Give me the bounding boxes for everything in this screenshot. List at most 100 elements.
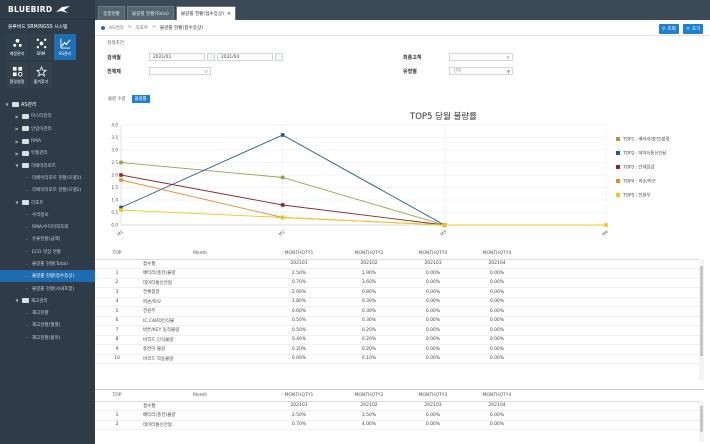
tree-item[interactable]: – 재고현황 — [0, 307, 95, 319]
table-row[interactable]: 5 전원부 0.60% 0.30% 0.00% 0.00% — [95, 306, 699, 317]
tab-defect-rate[interactable]: 불량률 — [131, 95, 150, 103]
chevron-right-icon[interactable]: ▶ — [14, 114, 20, 119]
calendar-icon[interactable] — [275, 53, 283, 61]
search-button[interactable]: ⚲ 조회 — [659, 24, 679, 34]
chevron-down-icon[interactable]: ▼ — [14, 163, 20, 168]
tree-item[interactable]: ▼ 리페어리포트 — [0, 159, 95, 171]
type-select[interactable]: 선택 ▼ — [449, 67, 513, 75]
table-row[interactable]: 8 바코드 인식불량 0.40% 0.20% 0.00% 0.00% — [95, 335, 699, 345]
column-header[interactable]: Month — [139, 248, 261, 260]
table-row[interactable]: 9 충전이 불량 0.20% 0.20% 0.00% 0.00% — [95, 344, 699, 355]
tree-item[interactable]: ▼ 리포트 — [0, 196, 95, 208]
table-cell: 9 — [95, 344, 139, 355]
tab-defect-qty[interactable]: 불량 수량 — [105, 95, 129, 103]
chevron-down-icon[interactable]: ▼ — [4, 102, 10, 107]
table-cell-spacer — [529, 306, 699, 317]
calendar-icon[interactable] — [207, 53, 215, 61]
scrollbar-thumb[interactable] — [700, 266, 703, 356]
column-header[interactable]: MONTHQTY3 — [401, 390, 465, 402]
breadcrumb-item[interactable]: AS관리 — [109, 25, 124, 31]
network-icon — [36, 38, 46, 49]
column-header[interactable]: TOP — [95, 390, 139, 402]
chevron-right-icon[interactable]: ▶ — [14, 139, 20, 144]
close-icon[interactable]: × — [227, 11, 231, 17]
customer-field[interactable]: ⌕ — [449, 53, 513, 61]
tree-item[interactable]: – 유류현황(금액) — [0, 233, 95, 245]
table-row[interactable]: 10 바코드 작동불량 0.00% 0.10% 0.00% 0.00% — [95, 354, 699, 364]
column-header[interactable]: MONTHQTY2 — [337, 390, 401, 402]
tree-item[interactable]: – 불량률 현황(사내포함) — [0, 282, 95, 294]
scrollbar[interactable] — [699, 260, 704, 380]
table-cell: 버튼/KEY 동작불량 — [139, 325, 261, 336]
column-header-spacer — [529, 248, 699, 260]
table-cell-spacer — [529, 420, 699, 430]
chevron-down-icon[interactable]: ▼ — [14, 200, 20, 205]
table-row[interactable]: 6 IC CARD인식불 0.50% 0.30% 0.00% 0.00% — [95, 316, 699, 326]
search-panel: 검색조건 검색월 2021/01 2021/04 전체제 ⌕ 최종고객 ⌕ 유형… — [101, 36, 704, 96]
quick-button-settings[interactable]: 환경설정 — [6, 62, 28, 88]
users-icon — [12, 38, 22, 47]
tab-2[interactable]: 불량률 현황(Total) — [126, 6, 174, 20]
tree-item[interactable]: – 수리정보 — [0, 209, 95, 221]
tree-item[interactable]: ▶ 마스터관리 — [0, 110, 95, 122]
tree-item[interactable]: – RMA/수리이력조회 — [0, 221, 95, 233]
tree-item[interactable]: – 불량률 현황(Total) — [0, 258, 95, 270]
logo-text: BLUEBIRD — [8, 5, 53, 14]
chevron-right-icon[interactable]: ▶ — [14, 126, 20, 131]
tab-1[interactable]: 종합현황 — [98, 6, 125, 20]
table-row[interactable]: 4 파손/마모 1.80% 0.30% 0.00% 0.00% — [95, 297, 699, 307]
quick-button-srm[interactable]: SRM — [30, 34, 52, 60]
tree-item[interactable]: ▼ 재고관리 — [0, 295, 95, 307]
legend-label: TOP5 : 전원부 — [622, 192, 650, 199]
table-row[interactable]: 7 버튼/KEY 동작불량 0.50% 0.20% 0.00% 0.00% — [95, 325, 699, 336]
table-cell: 0.00% — [465, 297, 529, 307]
tree-item[interactable]: – 재고현황(품목) — [0, 332, 95, 344]
period-to-field[interactable]: 2021/04 — [217, 53, 273, 61]
column-header[interactable]: MONTHQTY1 — [261, 248, 337, 260]
data-point — [442, 223, 447, 227]
tree-item-label: 불량률 현황(사내포함) — [32, 286, 75, 292]
table-row[interactable]: 1 배터리(충전)불량 2.50% 3.50% 0.00% 0.00% — [95, 410, 699, 421]
scrollbar[interactable] — [699, 402, 704, 442]
dash-icon: – — [26, 175, 28, 181]
column-header[interactable]: MONTHQTY2 — [337, 248, 401, 260]
breadcrumb-item[interactable]: 리포트 — [135, 25, 148, 31]
tree-item[interactable]: ▶ 부품관리 — [0, 147, 95, 159]
period-from-field[interactable]: 2021/01 — [149, 53, 205, 61]
quick-button-accounts[interactable]: 계정관리 — [6, 34, 28, 60]
scrollbar-thumb[interactable] — [700, 406, 703, 432]
table-row[interactable]: 접수월 202101 202102 202103 202104 — [95, 401, 699, 411]
table-row[interactable]: 2 데이터통신안됨 0.70% 3.60% 0.00% 0.00% — [95, 278, 699, 288]
column-header[interactable]: MONTHQTY1 — [261, 390, 337, 402]
chevron-right-icon[interactable]: ▶ — [14, 151, 20, 156]
quick-button-as[interactable]: AS관리 — [54, 34, 76, 60]
column-header[interactable]: MONTHQTY3 — [401, 248, 465, 260]
table-row[interactable]: 2 데이터통신안됨 0.70% 4.00% 0.00% 0.00% — [95, 420, 699, 430]
logo[interactable]: BLUEBIRD — [0, 0, 95, 20]
column-header[interactable]: Month — [139, 390, 261, 402]
breadcrumb: AS관리 > 리포트 > 불량률 현황(접수증상) ⚲ 조회 ✕ 초기 — [95, 20, 710, 36]
tree-item[interactable]: – ECO 현장 현황 — [0, 246, 95, 258]
dash-icon: – — [26, 212, 28, 218]
tree-item[interactable]: ▼ AS관리 — [0, 98, 95, 110]
tree-item[interactable]: – 리페어리포트 현황(모델1) — [0, 172, 95, 184]
table-cell: 4 — [95, 297, 139, 307]
tree-item[interactable]: ▶ 인입이관리 — [0, 123, 95, 135]
table-row[interactable]: 3 전체점검 2.00% 0.80% 0.00% 0.00% — [95, 287, 699, 298]
tree-item[interactable]: ▶ RMA — [0, 135, 95, 147]
product-field[interactable]: ⌕ — [149, 67, 211, 75]
tab-3[interactable]: 불량률 현황(접수증상) × — [175, 6, 237, 20]
tree-item[interactable]: – 재고현황(월별) — [0, 319, 95, 331]
tree-item[interactable]: – 불량률 현황(접수증상) — [0, 270, 95, 283]
table-cell: 접수월 — [139, 259, 261, 269]
folder-icon — [22, 150, 29, 156]
column-header[interactable]: MONTHQTY4 — [465, 390, 529, 402]
column-header[interactable]: MONTHQTY4 — [465, 248, 529, 260]
chevron-down-icon[interactable]: ▼ — [14, 298, 20, 303]
quick-button-favorites[interactable]: 즐겨찾기 — [30, 62, 52, 88]
table-row[interactable]: 1 배터리(충전)불량 2.50% 1.90% 0.00% 0.00% — [95, 268, 699, 279]
column-header[interactable]: TOP — [95, 248, 139, 260]
reset-button[interactable]: ✕ 초기 — [683, 24, 704, 34]
tree-item[interactable]: – 리페어리포트 현황(모델2) — [0, 184, 95, 196]
table-row[interactable]: 접수월 202101 202102 202103 202104 — [95, 259, 699, 269]
